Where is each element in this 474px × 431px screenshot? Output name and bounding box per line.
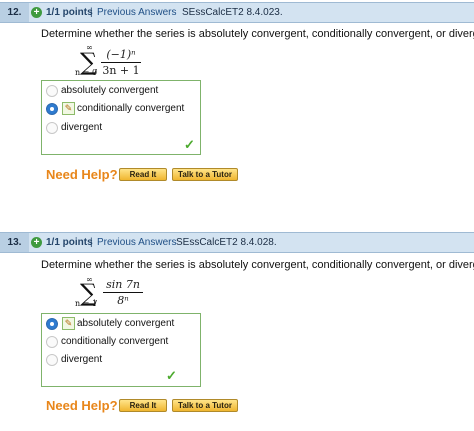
need-help-label: Need Help? — [46, 167, 118, 182]
sum-lower-limit: n = 0 — [75, 68, 98, 77]
radio-button[interactable] — [46, 354, 58, 366]
radio-button-selected[interactable] — [46, 318, 58, 330]
option-conditionally-convergent[interactable]: conditionally convergent — [46, 334, 196, 350]
question-code: SEssCalcET2 8.4.023. — [182, 7, 283, 18]
option-label: absolutely convergent — [61, 85, 159, 96]
question-number: 12. — [0, 3, 29, 22]
radio-button[interactable] — [46, 85, 58, 97]
points-label: 1/1 points — [46, 7, 93, 18]
option-label: absolutely convergent — [77, 318, 175, 329]
question-12-header: 12. + 1/1 points | Previous Answers SEss… — [0, 2, 474, 23]
separator: | — [90, 7, 93, 18]
question-code: SEssCalcET2 8.4.028. — [176, 237, 277, 248]
plus-circle-icon[interactable]: + — [31, 237, 42, 248]
question-prompt: Determine whether the series is absolute… — [41, 259, 474, 271]
question-number: 13. — [0, 233, 29, 252]
talk-to-tutor-button[interactable]: Talk to a Tutor — [172, 399, 238, 412]
radio-button[interactable] — [46, 122, 58, 134]
series-denominator: 3n + 1 — [102, 64, 140, 77]
option-conditionally-convergent[interactable]: ✎ conditionally convergent — [46, 101, 196, 117]
series-fraction: (−1)ⁿ 3n + 1 — [101, 48, 141, 77]
question-13-header: 13. + 1/1 points | Previous Answers SEss… — [0, 232, 474, 253]
checkmark-icon: ✓ — [166, 368, 177, 383]
previous-answers-link[interactable]: Previous Answers — [97, 3, 176, 22]
fraction-bar — [103, 292, 143, 293]
answer-options-box: absolutely convergent ✎ conditionally co… — [41, 80, 201, 155]
option-absolutely-convergent[interactable]: ✎ absolutely convergent — [46, 316, 196, 332]
option-label: divergent — [61, 354, 103, 365]
points-label: 1/1 points — [46, 237, 93, 248]
option-divergent[interactable]: divergent — [46, 352, 196, 368]
previous-answers-link[interactable]: Previous Answers — [97, 233, 176, 252]
talk-to-tutor-button[interactable]: Talk to a Tutor — [172, 168, 238, 181]
sum-lower-limit: n = 1 — [75, 299, 98, 308]
separator: | — [90, 237, 93, 248]
series-denominator: 8ⁿ — [117, 294, 129, 307]
series-numerator: sin 7n — [106, 278, 140, 291]
radio-button[interactable] — [46, 336, 58, 348]
pencil-icon: ✎ — [62, 317, 75, 330]
series-fraction: sin 7n 8ⁿ — [103, 278, 143, 307]
option-absolutely-convergent[interactable]: absolutely convergent — [46, 83, 196, 99]
option-label: conditionally convergent — [77, 103, 185, 114]
option-label: divergent — [61, 122, 103, 133]
question-prompt: Determine whether the series is absolute… — [41, 28, 474, 40]
series-numerator: (−1)ⁿ — [106, 48, 136, 61]
checkmark-icon: ✓ — [184, 137, 195, 152]
plus-circle-icon[interactable]: + — [31, 7, 42, 18]
option-divergent[interactable]: divergent — [46, 120, 196, 136]
need-help-label: Need Help? — [46, 398, 118, 413]
fraction-bar — [101, 62, 141, 63]
pencil-icon: ✎ — [62, 102, 75, 115]
read-it-button[interactable]: Read It — [119, 399, 167, 412]
option-label: conditionally convergent — [61, 336, 169, 347]
radio-button-selected[interactable] — [46, 103, 58, 115]
read-it-button[interactable]: Read It — [119, 168, 167, 181]
answer-options-box: ✎ absolutely convergent conditionally co… — [41, 313, 201, 387]
